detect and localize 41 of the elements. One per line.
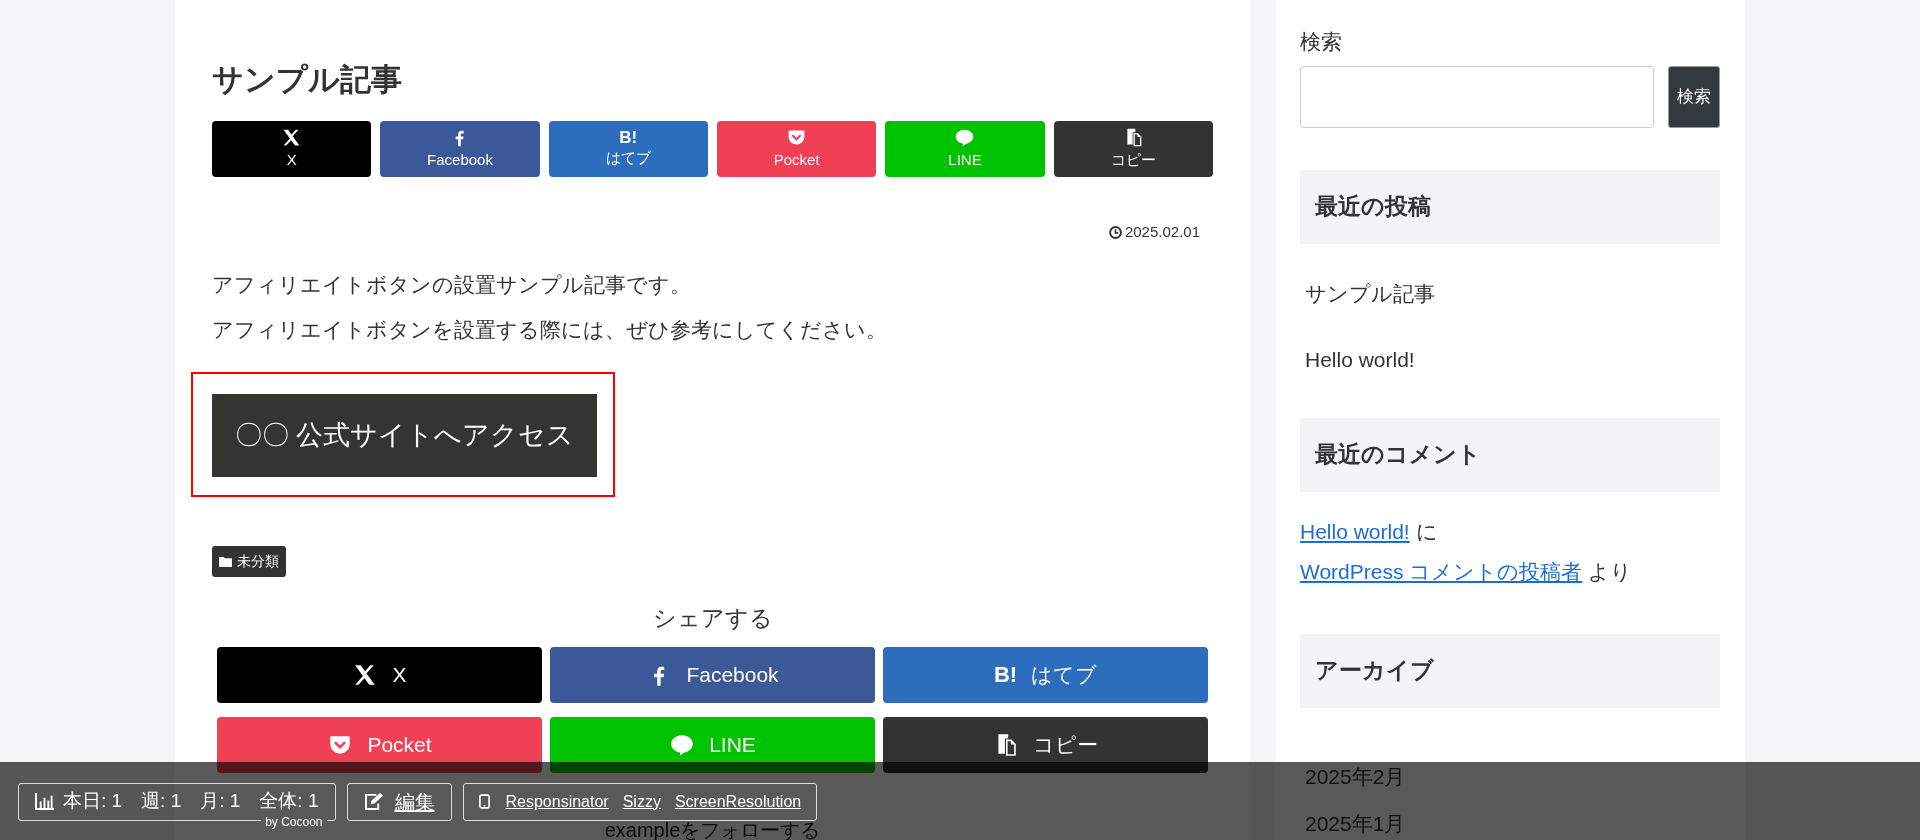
clock-icon [1108, 225, 1122, 239]
share-button[interactable]: B! はてブ [548, 121, 708, 177]
post-link[interactable]: サンプル記事 [1305, 276, 1720, 310]
logo-text-icon: B! [619, 128, 638, 146]
widget-heading: 最近のコメント [1300, 417, 1720, 492]
access-stats: 本日: 1 週: 1 月: 1 全体: 1 [63, 789, 319, 814]
share-button[interactable]: X [212, 121, 372, 177]
search-button[interactable]: 検索 [1668, 65, 1720, 128]
share-button[interactable]: Facebook [380, 121, 540, 177]
share-button[interactable]: X [217, 647, 542, 703]
bar-chart-icon [35, 793, 54, 810]
body-text: アフィリエイトボタンを設置する際には、ぜひ参考にしてください。 [212, 316, 888, 343]
article-title: サンプル記事 [212, 64, 403, 95]
tool-link[interactable]: ScreenResolution [674, 789, 802, 814]
comment-text: Hello world! に WordPress コメントの投稿者 より [1300, 518, 1634, 585]
category-tag[interactable]: 未分類 [212, 545, 286, 577]
edit-link[interactable]: 編集 [346, 782, 452, 821]
widget-heading: 最近の投稿 [1300, 169, 1720, 244]
body-text: アフィリエイトボタンの設置サンプル記事です。 [212, 271, 692, 298]
tool-link[interactable]: Sizzy [622, 789, 661, 814]
search-field[interactable] [1300, 65, 1654, 128]
search-label: 検索 [1300, 29, 1343, 55]
share-button[interactable]: コピー [1053, 121, 1213, 177]
tablet-icon [478, 794, 490, 809]
widget-heading: アーカイブ [1300, 633, 1720, 708]
comment-post-link[interactable]: Hello world! [1300, 519, 1410, 543]
folder-icon [219, 555, 232, 567]
share-button[interactable]: コピー [883, 717, 1208, 773]
share-button[interactable]: Facebook [550, 647, 875, 703]
share-heading: シェアする [651, 603, 774, 633]
share-button[interactable]: B! はてブ [883, 647, 1208, 703]
tool-link[interactable]: Responsinator [505, 789, 609, 814]
share-button[interactable]: Pocket [217, 717, 542, 773]
post-link[interactable]: Hello world! [1305, 342, 1720, 376]
speech-bubble-icon [669, 732, 696, 758]
affiliate-button[interactable]: 〇〇 公式サイトへアクセス [212, 393, 597, 477]
edit-icon [363, 793, 383, 810]
logo-text-icon: B! [993, 664, 1018, 686]
post-date: 2025.02.01 [1124, 222, 1200, 242]
share-button[interactable]: Pocket [717, 121, 877, 177]
comment-author-link[interactable]: WordPress コメントの投稿者 [1300, 559, 1583, 583]
